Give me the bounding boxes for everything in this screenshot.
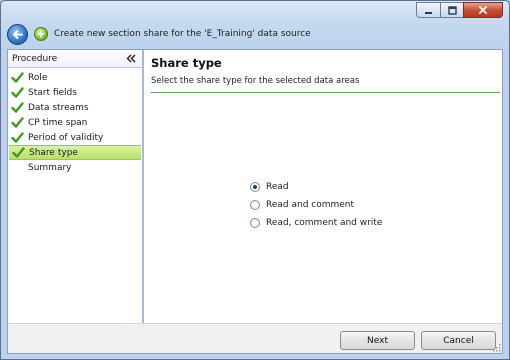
procedure-pane: Procedure Role Start fields Data streams (8, 50, 144, 323)
radio-read-comment-write[interactable] (250, 218, 260, 228)
next-button[interactable]: Next (340, 331, 415, 350)
checkmark-icon (10, 87, 24, 99)
page-title: Share type (151, 56, 222, 70)
title-divider (151, 92, 500, 93)
resize-grip-icon[interactable] (493, 344, 501, 352)
step-label: Period of validity (28, 132, 104, 143)
dialog-window: Create new section share for the 'E_Trai… (0, 0, 510, 360)
wizard-icon (34, 27, 48, 41)
step-label: Data streams (28, 102, 89, 113)
radio-read[interactable] (250, 182, 260, 192)
option-label: Read (266, 182, 289, 192)
window-title: Create new section share for the 'E_Trai… (54, 29, 311, 39)
step-summary[interactable]: Summary (8, 160, 142, 175)
step-role[interactable]: Role (8, 70, 142, 85)
cancel-button[interactable]: Cancel (421, 331, 496, 350)
double-chevron-left-icon[interactable] (126, 54, 136, 64)
maximize-button[interactable] (440, 2, 463, 18)
minimize-button[interactable] (416, 2, 440, 18)
step-label: Role (28, 72, 48, 83)
wizard-glyph-icon (37, 30, 45, 38)
page-subtitle: Select the share type for the selected d… (151, 76, 360, 86)
checkmark-icon (10, 117, 24, 129)
checkmark-icon (11, 147, 25, 159)
option-read-and-comment[interactable]: Read and comment (250, 196, 382, 214)
close-icon (479, 6, 487, 14)
option-read[interactable]: Read (250, 178, 382, 196)
step-label: Start fields (28, 87, 77, 98)
minimize-icon (425, 11, 432, 14)
option-label: Read, comment and write (266, 218, 383, 228)
share-type-options: Read Read and comment Read, comment and … (250, 178, 382, 232)
button-bar: Next Cancel (8, 323, 502, 353)
maximize-icon (447, 5, 457, 15)
caption-buttons (416, 2, 503, 18)
checkmark-icon (10, 132, 24, 144)
step-cp-time-span[interactable]: CP time span (8, 115, 142, 130)
procedure-steps: Role Start fields Data streams CP time s… (8, 68, 142, 175)
wizard-body: Procedure Role Start fields Data streams (7, 49, 503, 354)
step-label: CP time span (28, 117, 88, 128)
content-pane: Share type Select the share type for the… (146, 50, 502, 323)
option-label: Read and comment (266, 200, 355, 210)
back-arrow-icon (13, 29, 23, 39)
option-read-comment-write[interactable]: Read, comment and write (250, 214, 382, 232)
step-label: Share type (29, 147, 78, 158)
step-label: Summary (28, 162, 72, 173)
radio-read-and-comment[interactable] (250, 200, 260, 210)
back-button[interactable] (7, 23, 28, 45)
step-share-type[interactable]: Share type (9, 145, 141, 160)
checkmark-icon (10, 72, 24, 84)
close-button[interactable] (463, 2, 503, 18)
procedure-header-label: Procedure (12, 53, 58, 64)
wizard-header: Create new section share for the 'E_Trai… (7, 23, 311, 45)
procedure-header: Procedure (8, 50, 142, 68)
step-start-fields[interactable]: Start fields (8, 85, 142, 100)
checkmark-icon (10, 102, 24, 114)
step-period-of-validity[interactable]: Period of validity (8, 130, 142, 145)
step-data-streams[interactable]: Data streams (8, 100, 142, 115)
